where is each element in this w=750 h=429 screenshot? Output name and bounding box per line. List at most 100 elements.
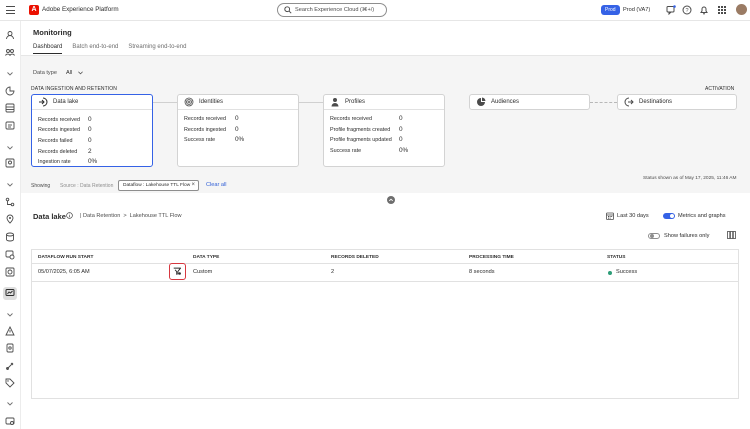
monitoring-icon[interactable] — [5, 288, 15, 298]
chevron-down-icon[interactable] — [7, 72, 13, 76]
sandbox-icon[interactable] — [5, 361, 15, 371]
identities-card[interactable]: Identities Records received 0 Records in… — [177, 94, 299, 167]
card-title: Profiles — [345, 99, 366, 105]
dataflow-filter-chip[interactable]: Dataflow : Lakehouse TTL Flow × — [118, 180, 199, 191]
dashboards-icon[interactable] — [5, 267, 15, 277]
metric-value: 0 — [88, 126, 92, 133]
card-header: Identities — [178, 95, 298, 110]
data-lake-card[interactable]: Data lake Records received 0 Records ing… — [31, 94, 153, 167]
flow-connector — [153, 102, 180, 103]
profiles-icon[interactable] — [5, 158, 15, 168]
adobe-logo[interactable]: A — [29, 5, 39, 15]
schema-icon[interactable] — [5, 103, 15, 113]
menu-icon[interactable] — [6, 6, 15, 14]
cell-records-deleted: 2 — [331, 269, 335, 275]
search-box[interactable] — [277, 3, 387, 17]
search-input[interactable] — [295, 7, 385, 13]
column-header[interactable]: DATAFLOW RUN START — [38, 255, 93, 260]
collapse-panel-button[interactable] — [387, 196, 395, 204]
tab-batch-end-to-end[interactable]: Batch end-to-end — [72, 44, 118, 54]
column-header[interactable]: PROCESSING TIME — [469, 255, 514, 260]
chevron-down-icon[interactable] — [7, 183, 13, 187]
chevron-down-icon[interactable] — [7, 146, 13, 150]
license-icon[interactable] — [5, 416, 15, 426]
metric-label: Ingestion rate — [38, 159, 71, 165]
metric-value: 0 — [399, 136, 403, 143]
metric-label: Records received — [184, 116, 226, 122]
metric-label: Records failed — [38, 138, 73, 144]
destinations-icon[interactable] — [5, 214, 15, 224]
data-type-dropdown[interactable]: All — [66, 70, 72, 76]
column-header[interactable]: DATA TYPE — [193, 255, 219, 260]
chevron-up-icon — [388, 198, 394, 202]
person-icon — [331, 98, 339, 107]
metric-label: Profile fragments updated — [330, 137, 392, 143]
help-icon[interactable]: ? — [682, 5, 692, 15]
source-filter-label: Source : Data Retention — [60, 183, 114, 189]
card-header: Data lake — [32, 95, 152, 110]
metric-label: Success rate — [330, 148, 362, 154]
breadcrumb-item-data-retention[interactable]: | Data Retention — [80, 213, 120, 219]
failures-toggle-label: Show failures only — [664, 233, 710, 239]
dataflow-runs-table: DATAFLOW RUN START DATA TYPE RECORDS DEL… — [31, 249, 739, 399]
card-title: Destinations — [639, 99, 673, 105]
chip-close-icon[interactable]: × — [191, 181, 195, 190]
clear-all-link[interactable]: Clear all — [206, 182, 227, 188]
org-switcher[interactable]: Prod (VA7) — [623, 7, 650, 13]
date-range-picker[interactable]: Last 30 days — [617, 213, 649, 219]
queries-icon[interactable] — [5, 232, 15, 242]
metrics-toggle[interactable] — [663, 213, 675, 219]
dataflow-icon[interactable] — [5, 250, 15, 260]
status-dot — [608, 271, 612, 275]
detail-title: Data lake — [33, 212, 66, 221]
metric-value: 0 — [88, 116, 92, 123]
view-dataflow-button[interactable] — [169, 263, 186, 280]
showing-label: Showing — [31, 183, 51, 189]
tags-icon[interactable] — [5, 378, 15, 388]
breadcrumb-item-flow: Lakehouse TTL Flow — [129, 213, 182, 219]
metric-value: 0 — [235, 115, 239, 122]
tab-streaming-end-to-end[interactable]: Streaming end-to-end — [128, 44, 186, 54]
chevron-down-icon[interactable] — [78, 71, 83, 75]
failures-toggle[interactable] — [648, 233, 660, 239]
audiences-card[interactable]: Audiences — [469, 94, 590, 110]
metric-value: 0% — [88, 158, 98, 165]
metric-label: Records deleted — [38, 149, 78, 155]
svg-text:?: ? — [685, 8, 688, 14]
calendar-icon[interactable] — [606, 212, 614, 220]
notifications-icon[interactable] — [699, 5, 709, 15]
column-settings-icon[interactable] — [727, 231, 736, 239]
fingerprint-icon — [184, 97, 194, 107]
apps-icon[interactable] — [717, 5, 727, 15]
flow-connector-dashed — [590, 102, 617, 103]
tab-dashboard[interactable]: Dashboard — [33, 44, 63, 54]
tab-bar: Dashboard Batch end-to-end Streaming end… — [33, 44, 186, 54]
avatar[interactable] — [736, 4, 747, 15]
section-heading-ingestion: DATA INGESTION AND RETENTION — [31, 86, 117, 92]
user-icon[interactable] — [5, 30, 15, 40]
flow-connector — [299, 102, 324, 103]
destinations-card[interactable]: Destinations — [617, 94, 737, 110]
feedback-icon[interactable] — [666, 5, 676, 15]
column-header[interactable]: RECORDS DELETED — [331, 255, 379, 260]
alerts-icon[interactable] — [5, 326, 15, 336]
metric-value: 0 — [88, 137, 92, 144]
datasets-icon[interactable] — [5, 121, 15, 131]
sources-icon[interactable] — [5, 197, 15, 207]
privacy-icon[interactable] — [5, 343, 15, 353]
info-icon[interactable] — [66, 212, 73, 219]
audiences-icon[interactable] — [5, 47, 15, 57]
metrics-toggle-label: Metrics and graphs — [678, 213, 726, 219]
audiences-icon — [477, 97, 486, 106]
cell-run-start: 05/07/2025, 6:05 AM — [38, 269, 90, 275]
metric-value: 0 — [235, 126, 239, 133]
chevron-down-icon[interactable] — [7, 313, 13, 317]
table-row-divider — [32, 281, 738, 282]
profiles-card[interactable]: Profiles Records received 0 Profile frag… — [323, 94, 445, 167]
column-header[interactable]: STATUS — [607, 255, 625, 260]
ingest-icon — [39, 97, 48, 107]
chevron-down-icon[interactable] — [7, 402, 13, 406]
app-name[interactable]: Adobe Experience Platform — [42, 6, 119, 13]
metric-label: Records received — [38, 117, 80, 123]
segments-icon[interactable] — [5, 86, 15, 96]
